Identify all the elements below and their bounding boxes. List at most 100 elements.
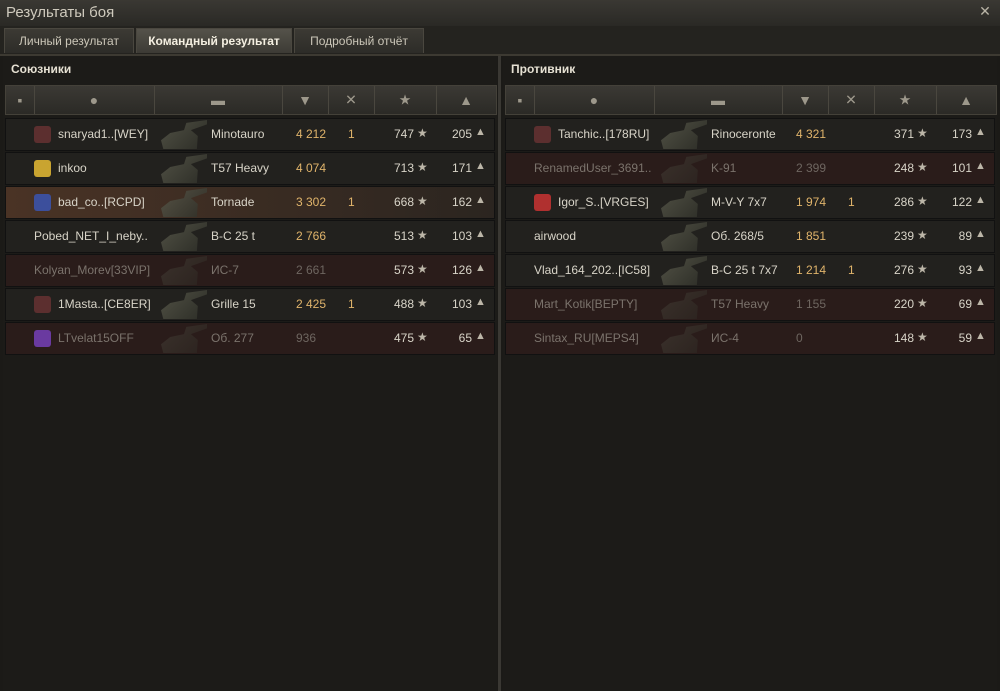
sort-kills-header[interactable]: ✕ bbox=[828, 86, 875, 114]
sort-player-header[interactable]: ● bbox=[534, 86, 655, 114]
player-name: RenamedUser_3691.. bbox=[534, 161, 652, 175]
sort-kills-header[interactable]: ✕ bbox=[328, 86, 375, 114]
player-row[interactable]: bad_co..[RCPD] Tornade 3 302 1 668 ★ 162… bbox=[5, 186, 495, 219]
xp-star-icon: ★ bbox=[417, 194, 428, 208]
xp-star-icon: ★ bbox=[917, 228, 928, 242]
xp-star-icon: ★ bbox=[898, 91, 912, 108]
tank-name: Tornade bbox=[211, 195, 255, 209]
xp-value: 668 bbox=[393, 195, 414, 209]
player-row[interactable]: Igor_S..[VRGES] M-V-Y 7x7 1 974 1 286 ★ … bbox=[505, 186, 995, 219]
sort-tank-header[interactable]: ▬ bbox=[654, 86, 783, 114]
tank-icon: ▬ bbox=[211, 92, 225, 108]
player-row[interactable]: Tanchic..[178RU] Rinoceronte 4 321 371 ★… bbox=[505, 118, 995, 151]
credits-icon: ▲ bbox=[959, 92, 973, 108]
xp-star-icon: ★ bbox=[417, 126, 428, 140]
tank-icon bbox=[661, 188, 707, 217]
player-row[interactable]: snaryad1..[WEY] Minotauro 4 212 1 747 ★ … bbox=[5, 118, 495, 151]
window-title: Результаты боя bbox=[6, 4, 115, 21]
close-icon[interactable]: ✕ bbox=[976, 2, 994, 20]
player-icon: ● bbox=[589, 92, 599, 108]
player-name: snaryad1..[WEY] bbox=[58, 127, 149, 141]
sort-xp-header[interactable]: ★ bbox=[374, 86, 437, 114]
credits-icon: ▲ bbox=[975, 262, 986, 274]
tank-icon bbox=[161, 188, 207, 217]
credits-value: 93 bbox=[958, 263, 972, 277]
tank-icon bbox=[161, 290, 207, 319]
xp-value: 747 bbox=[393, 127, 414, 141]
tank-icon: ▬ bbox=[711, 92, 725, 108]
tank-name: Grille 15 bbox=[211, 297, 256, 311]
clan-emblem-icon bbox=[34, 194, 51, 211]
damage-value: 2 661 bbox=[296, 263, 327, 277]
tank-icon bbox=[661, 324, 707, 353]
sort-credits-header[interactable]: ▲ bbox=[936, 86, 996, 114]
sort-player-header[interactable]: ● bbox=[34, 86, 155, 114]
credits-icon: ▲ bbox=[975, 126, 986, 138]
xp-value: 488 bbox=[393, 297, 414, 311]
credits-value: 103 bbox=[451, 297, 472, 311]
clan-emblem-icon bbox=[34, 126, 51, 143]
tab-team-result[interactable]: Командный результат bbox=[136, 28, 292, 53]
tank-icon bbox=[161, 154, 207, 183]
credits-icon: ▲ bbox=[975, 330, 986, 342]
xp-value: 573 bbox=[393, 263, 414, 277]
xp-star-icon: ★ bbox=[417, 330, 428, 344]
credits-value: 89 bbox=[958, 229, 972, 243]
player-name: Igor_S..[VRGES] bbox=[558, 195, 649, 209]
xp-star-icon: ★ bbox=[917, 296, 928, 310]
xp-value: 148 bbox=[893, 331, 914, 345]
xp-value: 220 bbox=[893, 297, 914, 311]
enemies-header: ▪ ● ▬ ▼ ✕ ★ ▲ bbox=[505, 85, 997, 115]
player-row[interactable]: Mart_Kotik[BEPTY] T57 Heavy 1 155 220 ★ … bbox=[505, 288, 995, 321]
credits-icon: ▲ bbox=[459, 92, 473, 108]
credits-icon: ▲ bbox=[475, 160, 486, 172]
tank-name: K-91 bbox=[711, 161, 737, 175]
kills-value: 1 bbox=[848, 195, 855, 209]
xp-star-icon: ★ bbox=[917, 262, 928, 276]
player-row[interactable]: LTvelat15OFF Об. 277 936 475 ★ 65 ▲ bbox=[5, 322, 495, 355]
tank-name: ИС-4 bbox=[711, 331, 739, 345]
tab-bar: Личный результат Командный результат Под… bbox=[0, 26, 1000, 56]
credits-value: 103 bbox=[451, 229, 472, 243]
sort-tank-header[interactable]: ▬ bbox=[154, 86, 283, 114]
damage-value: 1 974 bbox=[796, 195, 827, 209]
tab-personal-result[interactable]: Личный результат bbox=[4, 28, 134, 53]
damage-value: 2 399 bbox=[796, 161, 827, 175]
player-row[interactable]: Kolyan_Morev[33VIP] ИС-7 2 661 573 ★ 126… bbox=[5, 254, 495, 287]
platoon-icon: ▪ bbox=[517, 92, 523, 108]
credits-value: 59 bbox=[958, 331, 972, 345]
sort-credits-header[interactable]: ▲ bbox=[436, 86, 496, 114]
sort-platoon-header[interactable]: ▪ bbox=[6, 86, 35, 114]
tab-detailed-report[interactable]: Подробный отчёт bbox=[294, 28, 424, 53]
player-row[interactable]: Pobed_NET_I_neby.. B-C 25 t 2 766 513 ★ … bbox=[5, 220, 495, 253]
xp-value: 248 bbox=[893, 161, 914, 175]
player-row[interactable]: RenamedUser_3691.. K-91 2 399 248 ★ 101 … bbox=[505, 152, 995, 185]
player-row[interactable]: inkoo T57 Heavy 4 074 713 ★ 171 ▲ bbox=[5, 152, 495, 185]
player-name: airwood bbox=[534, 229, 577, 243]
kills-value: 1 bbox=[348, 297, 355, 311]
player-row[interactable]: airwood Об. 268/5 1 851 239 ★ 89 ▲ bbox=[505, 220, 995, 253]
player-name: Sintax_RU[MEPS4] bbox=[534, 331, 639, 345]
damage-value: 2 425 bbox=[296, 297, 327, 311]
player-row[interactable]: Vlad_164_202..[IC58] B-C 25 t 7x7 1 214 … bbox=[505, 254, 995, 287]
damage-value: 3 302 bbox=[296, 195, 327, 209]
player-name: Kolyan_Morev[33VIP] bbox=[34, 263, 151, 277]
player-row[interactable]: 1Masta..[CE8ER] Grille 15 2 425 1 488 ★ … bbox=[5, 288, 495, 321]
platoon-icon: ▪ bbox=[17, 92, 23, 108]
credits-value: 126 bbox=[451, 263, 472, 277]
sort-damage-header[interactable]: ▼ bbox=[282, 86, 329, 114]
credits-icon: ▲ bbox=[475, 330, 486, 342]
kills-icon: ✕ bbox=[845, 91, 857, 108]
tank-icon bbox=[661, 120, 707, 149]
xp-value: 286 bbox=[893, 195, 914, 209]
tank-name: Об. 277 bbox=[211, 331, 254, 345]
damage-value: 936 bbox=[296, 331, 317, 345]
damage-value: 0 bbox=[796, 331, 803, 345]
sort-xp-header[interactable]: ★ bbox=[874, 86, 937, 114]
sort-platoon-header[interactable]: ▪ bbox=[506, 86, 535, 114]
xp-value: 371 bbox=[893, 127, 914, 141]
tank-icon bbox=[161, 120, 207, 149]
player-row[interactable]: Sintax_RU[MEPS4] ИС-4 0 148 ★ 59 ▲ bbox=[505, 322, 995, 355]
enemies-label: Противник bbox=[511, 62, 576, 76]
sort-damage-header[interactable]: ▼ bbox=[782, 86, 829, 114]
